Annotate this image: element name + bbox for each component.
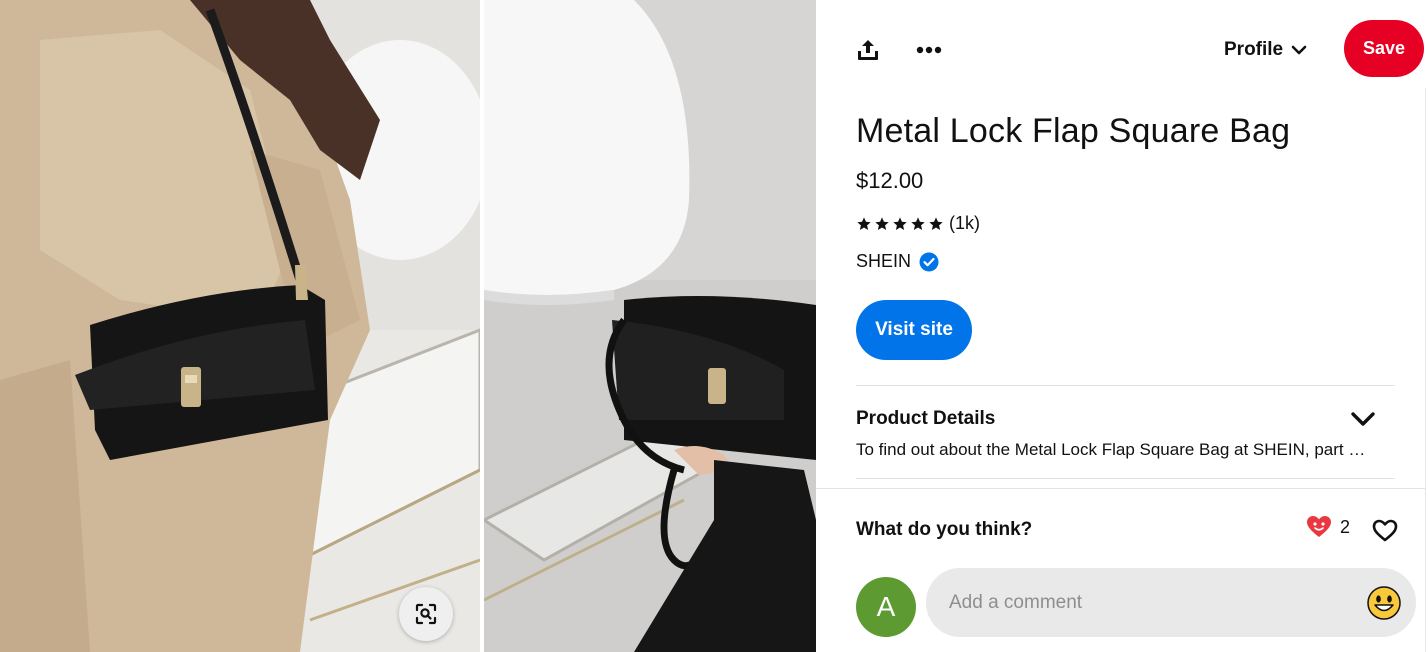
- divider: [856, 478, 1395, 479]
- more-options-button[interactable]: [909, 30, 949, 70]
- share-icon: [858, 40, 878, 60]
- rating-count: (1k): [949, 213, 980, 233]
- brand-link[interactable]: SHEIN: [856, 251, 939, 272]
- product-details-heading[interactable]: Product Details: [856, 408, 995, 430]
- more-icon: [916, 46, 942, 54]
- product-image-2[interactable]: [484, 0, 816, 652]
- star-icon: [929, 216, 943, 230]
- heart-eyes-reaction-icon: [1307, 516, 1331, 537]
- product-image-2-art: [484, 0, 816, 652]
- section-divider: [816, 488, 1425, 489]
- chevron-down-icon: [1351, 412, 1375, 426]
- divider: [856, 385, 1395, 386]
- chevron-down-icon: [1291, 45, 1307, 55]
- product-image-1[interactable]: [0, 0, 480, 652]
- save-button[interactable]: Save: [1344, 20, 1424, 77]
- visual-search-button[interactable]: [399, 587, 453, 641]
- verified-badge-icon: [919, 252, 939, 271]
- product-details-toggle[interactable]: [1348, 404, 1378, 434]
- feedback-heading: What do you think?: [856, 519, 1033, 540]
- scroll-track: [1425, 88, 1426, 652]
- react-button[interactable]: [1370, 516, 1400, 546]
- profile-dropdown[interactable]: Profile: [1224, 30, 1307, 70]
- star-icon: [875, 216, 889, 230]
- visit-site-button[interactable]: Visit site: [856, 300, 972, 360]
- lens-search-icon: [415, 603, 437, 625]
- star-icon: [857, 216, 871, 230]
- product-image-1-art: [0, 0, 480, 652]
- heart-outline-icon: [1372, 519, 1398, 542]
- pin-images: [0, 0, 816, 652]
- share-button[interactable]: [848, 30, 888, 70]
- reaction-count: 2: [1340, 516, 1351, 537]
- product-price: $12.00: [856, 168, 924, 193]
- star-icon: [911, 216, 925, 230]
- pin-details-panel: Profile Save Metal Lock Flap Square Bag …: [816, 0, 1428, 652]
- product-title: Metal Lock Flap Square Bag: [856, 112, 1291, 150]
- reaction-summary[interactable]: 2: [1306, 515, 1350, 539]
- comment-box[interactable]: [926, 568, 1416, 637]
- product-details-description: To find out about the Metal Lock Flap Sq…: [856, 440, 1366, 459]
- brand-name: SHEIN: [856, 251, 912, 271]
- emoji-smile-icon[interactable]: [1366, 585, 1402, 621]
- comment-input[interactable]: [949, 591, 1349, 614]
- star-icons: [856, 216, 944, 232]
- profile-label: Profile: [1224, 39, 1284, 60]
- star-icon: [893, 216, 907, 230]
- user-avatar[interactable]: A: [856, 577, 916, 637]
- product-rating[interactable]: (1k): [856, 213, 980, 234]
